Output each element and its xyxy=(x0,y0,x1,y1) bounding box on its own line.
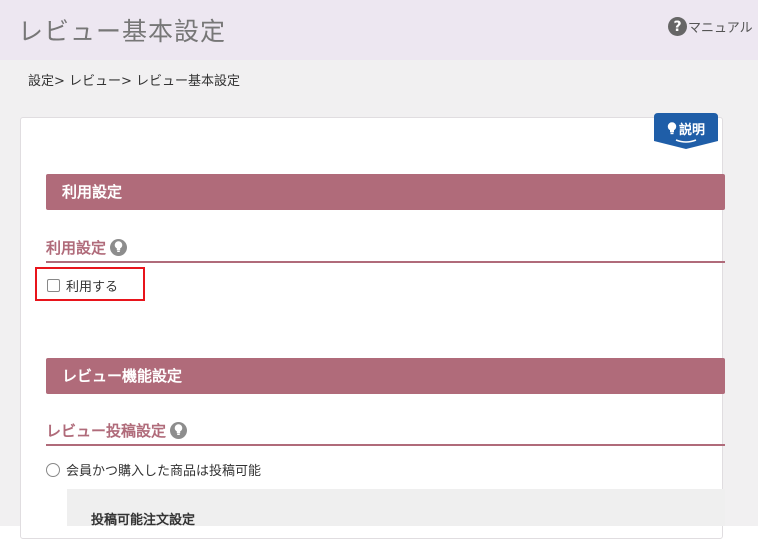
usage-heading: 利用設定 xyxy=(46,233,725,263)
explain-button[interactable]: 説明 xyxy=(654,113,718,149)
review-post-heading: レビュー投稿設定 xyxy=(46,416,725,446)
review-post-heading-label: レビュー投稿設定 xyxy=(46,421,167,440)
page-header: レビュー基本設定 ? マニュアル xyxy=(0,0,758,60)
order-settings-title: 投稿可能注文設定 xyxy=(91,513,196,528)
review-function-section-bar: レビュー機能設定 xyxy=(46,358,725,394)
member-purchase-radio-row[interactable]: 会員かつ購入した商品は投稿可能 xyxy=(46,460,261,479)
breadcrumb-bar: 設定> レビュー> レビュー基本設定 xyxy=(0,60,758,94)
lightbulb-icon xyxy=(667,122,677,135)
highlight-box xyxy=(35,267,145,301)
usage-section-bar: 利用設定 xyxy=(46,174,725,210)
usage-heading-label: 利用設定 xyxy=(46,238,107,257)
lightbulb-icon[interactable] xyxy=(110,238,128,256)
order-settings-panel: 投稿可能注文設定 xyxy=(67,489,725,528)
breadcrumb: 設定> レビュー> レビュー基本設定 xyxy=(28,74,241,89)
member-purchase-radio-label: 会員かつ購入した商品は投稿可能 xyxy=(66,464,262,479)
manual-label: マニュアル xyxy=(688,21,753,36)
help-circle-icon: ? xyxy=(668,17,687,36)
lightbulb-icon[interactable] xyxy=(170,421,188,439)
page-title: レビュー基本設定 xyxy=(18,17,227,46)
explain-label: 説明 xyxy=(678,123,705,138)
member-purchase-radio[interactable] xyxy=(46,462,60,477)
manual-link[interactable]: ? マニュアル xyxy=(668,17,753,36)
